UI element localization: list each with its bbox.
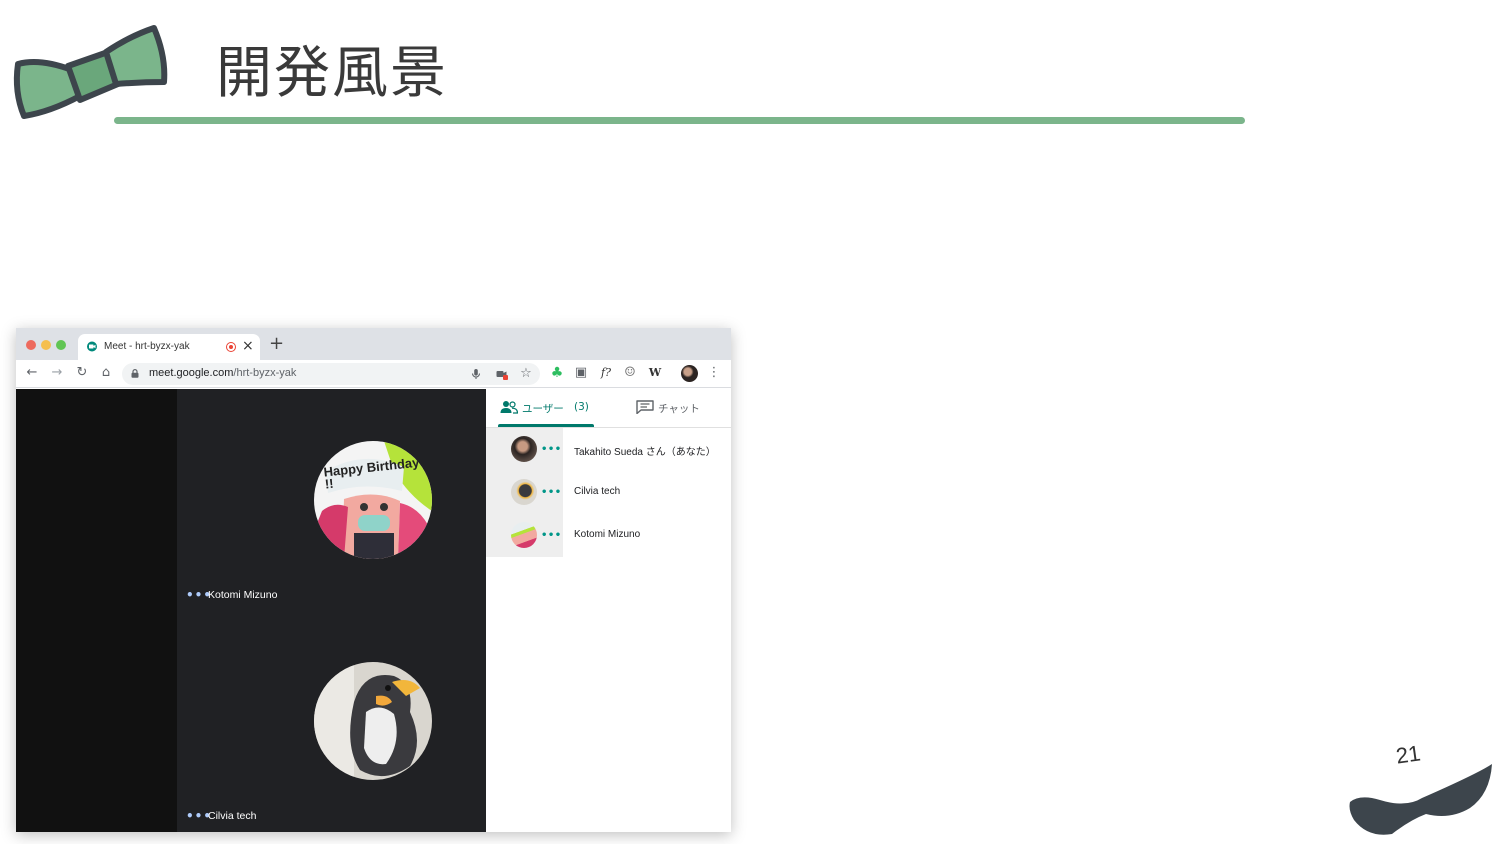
participant-row[interactable]: ••• Takahito Sueda さん（あなた） xyxy=(486,428,731,471)
tab-close-button[interactable]: × xyxy=(242,338,254,354)
video-grid: Happy Birthday !! ••• Kotomi Mizuno ••• … xyxy=(177,389,486,832)
participant-name: Takahito Sueda さん（あなた） xyxy=(574,447,716,458)
new-tab-button[interactable]: + xyxy=(269,334,284,354)
participant-avatar xyxy=(511,522,537,548)
participant-avatar xyxy=(511,436,537,462)
title-underline xyxy=(114,117,1245,124)
browser-window: Meet - hrt-byzx-yak × + ← → ↻ ⌂ meet.goo… xyxy=(16,328,731,832)
participant-avatar-kotomi: Happy Birthday !! xyxy=(314,441,432,559)
url-path: /hrt-byzx-yak xyxy=(233,367,297,379)
people-icon xyxy=(500,401,518,414)
audio-indicator-icon: ••• xyxy=(541,530,562,541)
penguin-avatar-image xyxy=(314,662,432,780)
menu-button[interactable]: ⋮ xyxy=(705,364,723,382)
tab-users[interactable]: ユーザー (3) xyxy=(486,389,594,427)
tab-meet[interactable]: Meet - hrt-byzx-yak × xyxy=(78,334,260,360)
bowtie-icon xyxy=(13,25,168,119)
url-text: meet.google.com/hrt-byzx-yak xyxy=(149,367,296,379)
participant-name: Cilvia tech xyxy=(574,486,621,497)
tile-name-kotomi: Kotomi Mizuno xyxy=(208,589,278,601)
browser-toolbar: ← → ↻ ⌂ meet.google.com/hrt-byzx-yak ☆ ♣… xyxy=(16,360,731,388)
minimize-window-button[interactable] xyxy=(41,340,51,350)
tab-chat[interactable]: チャット xyxy=(606,389,716,427)
forward-button[interactable]: → xyxy=(48,364,66,382)
reload-button[interactable]: ↻ xyxy=(73,364,91,382)
participant-row[interactable]: ••• Kotomi Mizuno xyxy=(486,514,731,557)
lock-icon xyxy=(131,369,139,378)
participant-row[interactable]: ••• Cilvia tech xyxy=(486,471,731,514)
recording-icon xyxy=(226,342,236,352)
star-icon[interactable]: ☆ xyxy=(518,366,534,382)
meet-content: Happy Birthday !! ••• Kotomi Mizuno ••• … xyxy=(16,389,731,832)
tab-users-label: ユーザー xyxy=(522,403,564,415)
function-icon[interactable]: f? xyxy=(598,365,614,381)
url-host: meet.google.com xyxy=(149,367,234,379)
mustache-icon xyxy=(1349,764,1492,835)
video-left-strip xyxy=(16,389,177,832)
slide-title: 開発風景 xyxy=(216,41,448,106)
camera-blocked-icon[interactable] xyxy=(494,366,510,382)
maximize-window-button[interactable] xyxy=(56,340,66,350)
wikipedia-icon[interactable]: W xyxy=(647,365,663,381)
audio-indicator-icon: ••• xyxy=(541,487,562,498)
audio-indicator-icon: ••• xyxy=(541,444,562,455)
microphone-icon[interactable] xyxy=(468,366,484,382)
address-bar[interactable]: meet.google.com/hrt-byzx-yak ☆ xyxy=(122,363,540,385)
tab-title: Meet - hrt-byzx-yak xyxy=(104,341,190,352)
screen-share-icon[interactable]: ▣ xyxy=(573,365,589,381)
participant-name: Kotomi Mizuno xyxy=(574,529,641,540)
close-window-button[interactable] xyxy=(26,340,36,350)
participant-avatar-cilvia xyxy=(314,662,432,780)
back-button[interactable]: ← xyxy=(23,364,41,382)
evernote-icon[interactable]: ♣ xyxy=(549,365,565,381)
google-meet-icon xyxy=(87,341,97,352)
home-button[interactable]: ⌂ xyxy=(97,364,115,382)
tab-strip: Meet - hrt-byzx-yak × + xyxy=(16,328,731,360)
chat-icon xyxy=(636,400,654,414)
tab-chat-label: チャット xyxy=(658,403,700,415)
profile-avatar[interactable] xyxy=(681,365,698,382)
participants-panel: ユーザー (3) チャット ••• Takahito Sueda さん（あなた） xyxy=(486,389,731,832)
participant-avatar xyxy=(511,479,537,505)
tile-name-cilvia: Cilvia tech xyxy=(208,810,257,822)
tab-users-count: (3) xyxy=(574,401,589,413)
ghost-icon[interactable]: ☺ xyxy=(622,365,638,381)
